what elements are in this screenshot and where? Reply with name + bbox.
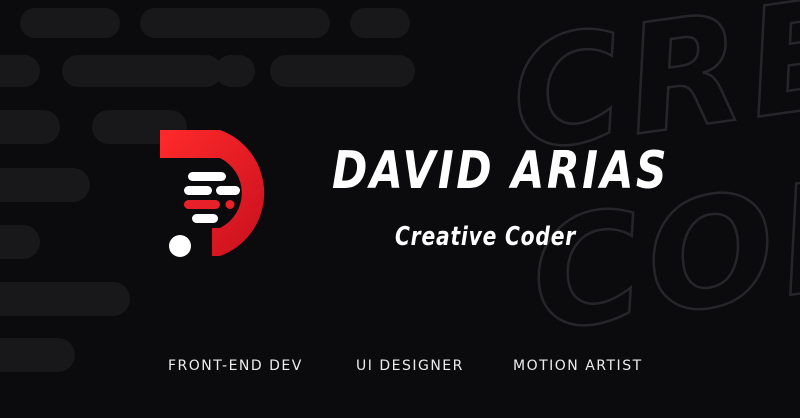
role-ui-designer: UI DESIGNER	[356, 358, 464, 374]
role-motion-artist: MOTION ARTIST	[513, 358, 643, 374]
logo-mark	[160, 130, 265, 257]
tagline: Creative Coder	[395, 222, 577, 252]
name-title: DAVID ARIAS	[332, 141, 670, 201]
role-front-end-dev: FRONT-END DEV	[168, 358, 303, 374]
profile-banner: CRE COD DAVID ARIAS Creative Coder FRONT…	[0, 0, 800, 418]
